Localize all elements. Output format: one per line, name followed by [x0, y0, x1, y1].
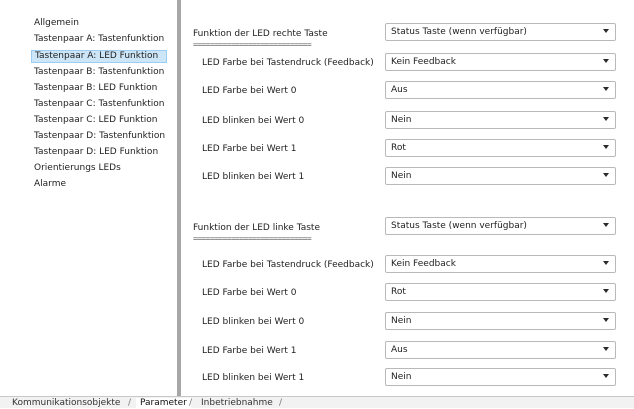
right-led-blink-value1-select[interactable]: Nein [385, 167, 616, 185]
left-led-function-select[interactable]: Status Taste (wenn verfügbar) [385, 217, 616, 235]
sidebar-item-tastenpaar-a-tastenfunktion[interactable]: Tastenpaar A: Tastenfunktion [31, 33, 167, 46]
parameter-panel: Funktion der LED rechte Taste ==========… [181, 0, 634, 396]
chevron-down-icon [603, 173, 609, 177]
group-title-right-led: Funktion der LED rechte Taste [193, 29, 328, 39]
select-value: Rot [391, 287, 406, 297]
right-led-feedback-color-select[interactable]: Kein Feedback [385, 53, 616, 71]
sidebar-item-tastenpaar-c-led-funktion[interactable]: Tastenpaar C: LED Funktion [31, 114, 167, 127]
select-value: Nein [391, 316, 412, 326]
tab-inbetriebnahme[interactable]: Inbetriebnahme [197, 398, 277, 409]
param-label: LED Farbe bei Wert 0 [202, 288, 297, 298]
right-led-color-value1-select[interactable]: Rot [385, 139, 616, 157]
select-value: Aus [391, 85, 408, 95]
select-value: Status Taste (wenn verfügbar) [391, 27, 527, 37]
group-separator: ============================ [193, 40, 312, 49]
tab-parameter[interactable]: Parameter [136, 398, 191, 409]
left-led-color-value0-select[interactable]: Rot [385, 283, 616, 301]
chevron-down-icon [603, 261, 609, 265]
chevron-down-icon [603, 318, 609, 322]
param-label: LED Farbe bei Wert 1 [202, 346, 297, 356]
group-separator: ============================ [193, 234, 312, 243]
tab-divider: / [128, 398, 132, 408]
sidebar-item-tastenpaar-b-tastenfunktion[interactable]: Tastenpaar B: Tastenfunktion [31, 66, 167, 79]
chevron-down-icon [603, 59, 609, 63]
select-value: Nein [391, 372, 412, 382]
chevron-down-icon [603, 289, 609, 293]
chevron-down-icon [603, 223, 609, 227]
left-led-feedback-color-select[interactable]: Kein Feedback [385, 255, 616, 273]
param-label: LED Farbe bei Wert 1 [202, 144, 297, 154]
parameter-window: Allgemein Tastenpaar A: Tastenfunktion T… [0, 0, 634, 409]
param-label: LED blinken bei Wert 1 [202, 172, 305, 182]
sidebar-item-tastenpaar-d-led-funktion[interactable]: Tastenpaar D: LED Funktion [31, 146, 167, 159]
chevron-down-icon [603, 29, 609, 33]
right-led-color-value0-select[interactable]: Aus [385, 81, 616, 99]
chevron-down-icon [603, 145, 609, 149]
select-value: Rot [391, 143, 406, 153]
bottom-tab-bar: Kommunikationsobjekte / Parameter / Inbe… [0, 396, 634, 409]
sidebar-item-allgemein[interactable]: Allgemein [31, 17, 167, 30]
tab-kommunikationsobjekte[interactable]: Kommunikationsobjekte [8, 398, 124, 409]
sidebar-item-tastenpaar-b-led-funktion[interactable]: Tastenpaar B: LED Funktion [31, 82, 167, 95]
chevron-down-icon [603, 374, 609, 378]
select-value: Nein [391, 115, 412, 125]
select-value: Status Taste (wenn verfügbar) [391, 221, 527, 231]
chevron-down-icon [603, 87, 609, 91]
param-label: LED Farbe bei Tastendruck (Feedback) [202, 260, 374, 270]
left-led-blink-value1-select[interactable]: Nein [385, 368, 616, 386]
tab-divider: / [279, 398, 283, 408]
tab-divider: / [189, 398, 193, 408]
param-label: LED blinken bei Wert 1 [202, 373, 305, 383]
sidebar-item-orientierungs-leds[interactable]: Orientierungs LEDs [31, 162, 167, 175]
sidebar-nav: Allgemein Tastenpaar A: Tastenfunktion T… [4, 0, 175, 396]
select-value: Aus [391, 345, 408, 355]
sidebar-item-tastenpaar-c-tastenfunktion[interactable]: Tastenpaar C: Tastenfunktion [31, 98, 167, 111]
param-label: LED blinken bei Wert 0 [202, 317, 305, 327]
sidebar-item-alarme[interactable]: Alarme [31, 178, 167, 191]
group-title-left-led: Funktion der LED linke Taste [193, 223, 320, 233]
chevron-down-icon [603, 117, 609, 121]
chevron-down-icon [603, 347, 609, 351]
left-led-color-value1-select[interactable]: Aus [385, 341, 616, 359]
sidebar-item-tastenpaar-d-tastenfunktion[interactable]: Tastenpaar D: Tastenfunktion [31, 130, 167, 143]
select-value: Kein Feedback [391, 57, 456, 67]
left-led-blink-value0-select[interactable]: Nein [385, 312, 616, 330]
select-value: Nein [391, 171, 412, 181]
param-label: LED Farbe bei Wert 0 [202, 86, 297, 96]
select-value: Kein Feedback [391, 259, 456, 269]
sidebar-item-tastenpaar-a-led-funktion[interactable]: Tastenpaar A: LED Funktion [31, 50, 167, 63]
right-led-function-select[interactable]: Status Taste (wenn verfügbar) [385, 23, 616, 41]
param-label: LED Farbe bei Tastendruck (Feedback) [202, 58, 374, 68]
param-label: LED blinken bei Wert 0 [202, 116, 305, 126]
right-led-blink-value0-select[interactable]: Nein [385, 111, 616, 129]
